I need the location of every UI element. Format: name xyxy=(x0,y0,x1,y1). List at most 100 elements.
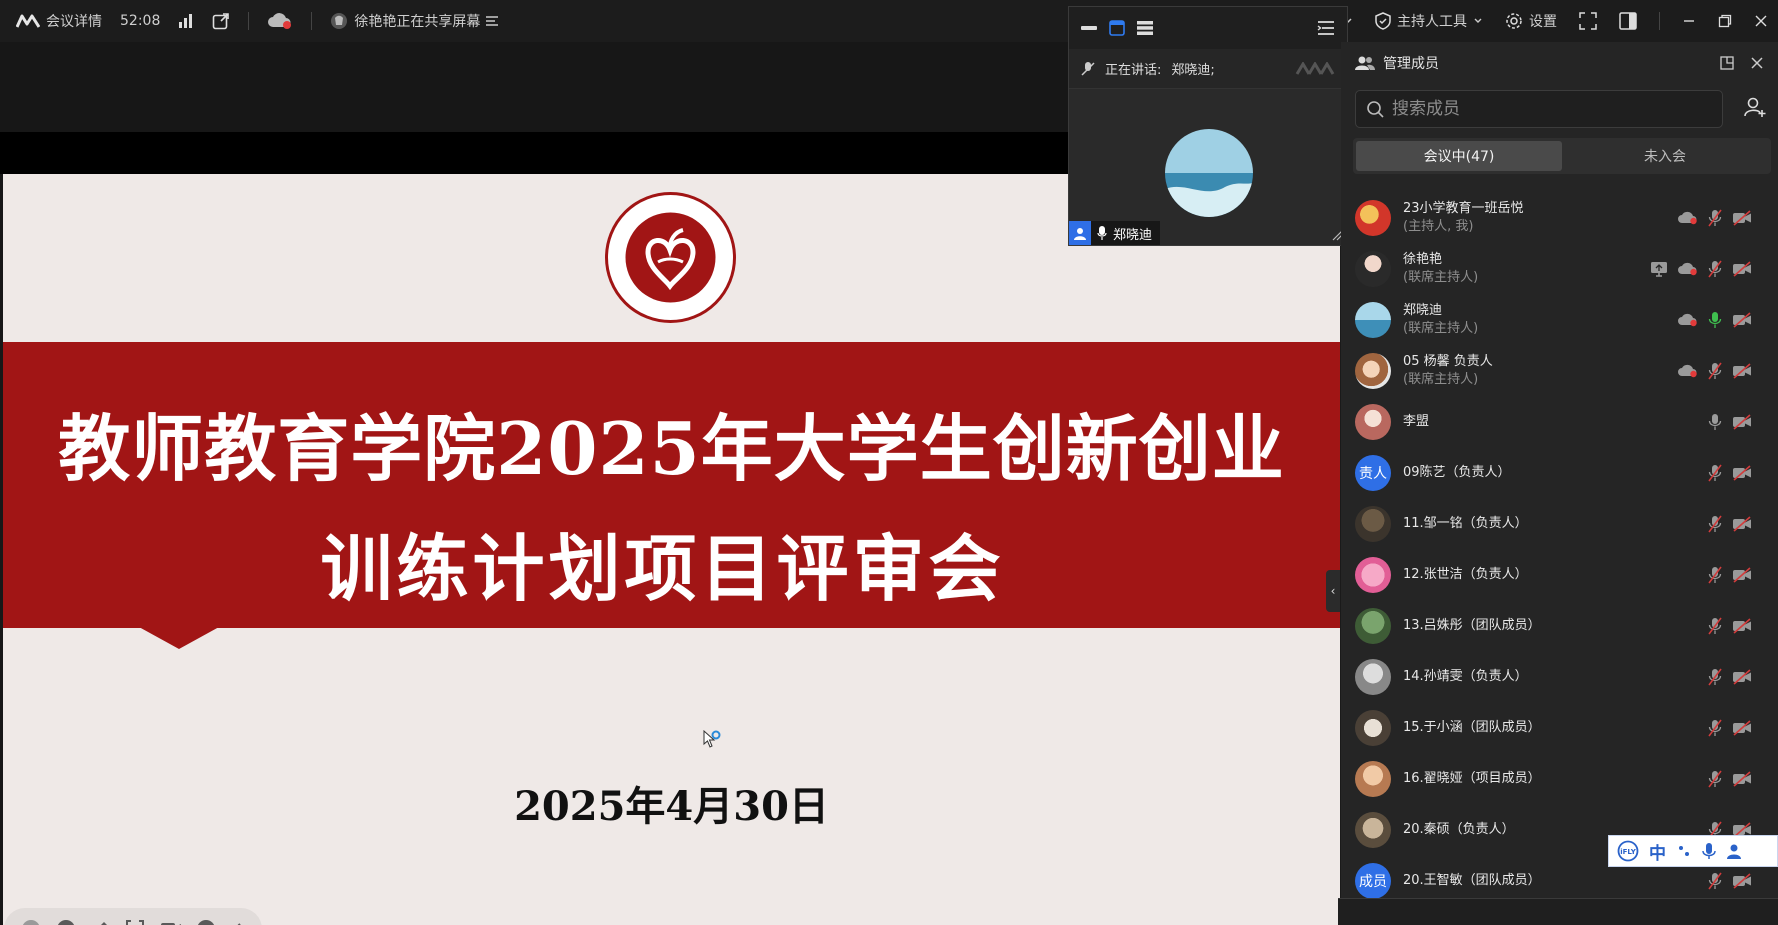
member-row[interactable]: 李盟 xyxy=(1341,396,1778,447)
play-icon[interactable] xyxy=(56,919,76,925)
meeting-timer: 52:08 xyxy=(120,13,161,29)
mic-muted-icon[interactable] xyxy=(1708,362,1722,380)
member-info: 12.张世洁（负责人） xyxy=(1403,566,1528,584)
ime-mode-toggle[interactable]: 中 xyxy=(1649,839,1666,864)
member-row[interactable]: 23小学教育一班岳悦 (主持人, 我) xyxy=(1341,192,1778,243)
member-row[interactable]: 13.吕姝彤（团队成员） xyxy=(1341,600,1778,651)
restore-icon[interactable] xyxy=(1718,14,1732,28)
add-user-icon[interactable] xyxy=(1744,96,1766,118)
member-row[interactable]: 徐艳艳 (联席主持人) xyxy=(1341,243,1778,294)
camera-off-icon[interactable] xyxy=(1732,617,1752,634)
minimize-view-icon[interactable] xyxy=(1081,24,1097,32)
member-row[interactable]: 11.邹一铭（负责人） xyxy=(1341,498,1778,549)
member-avatar xyxy=(1355,301,1391,338)
member-name: 15.于小涵（团队成员） xyxy=(1403,719,1541,735)
camera-off-icon[interactable] xyxy=(1732,362,1752,379)
camera-off-icon[interactable] xyxy=(1732,719,1752,736)
camera-off-icon[interactable] xyxy=(1732,260,1752,277)
video-camera-icon[interactable] xyxy=(160,920,182,925)
sharing-indicator[interactable]: 徐艳艳正在共享屏幕 xyxy=(330,0,499,42)
minimize-icon[interactable] xyxy=(1682,14,1696,28)
camera-off-icon[interactable] xyxy=(1732,872,1752,889)
ifly-logo-icon[interactable]: iFLY xyxy=(1617,840,1639,862)
member-info: 13.吕姝彤（团队成员） xyxy=(1403,617,1541,635)
mic-muted-icon[interactable] xyxy=(1708,209,1722,227)
member-avatar xyxy=(1355,505,1391,542)
host-tools-button[interactable]: 主持人工具 xyxy=(1375,0,1483,42)
mic-muted-icon[interactable] xyxy=(1708,668,1722,686)
collapse-panel-handle[interactable]: ‹ xyxy=(1326,570,1340,612)
popout-icon[interactable] xyxy=(1720,56,1734,70)
slide-title-line1: 教师教育学院2025年大学生创新创业 xyxy=(58,406,1285,491)
camera-off-icon[interactable] xyxy=(1732,566,1752,583)
tab-in-meeting[interactable]: 会议中(47) xyxy=(1356,141,1562,171)
camera-off-icon[interactable] xyxy=(1732,464,1752,481)
camera-off-icon[interactable] xyxy=(1732,770,1752,787)
share-external-icon[interactable] xyxy=(212,12,230,30)
mic-muted-icon[interactable] xyxy=(1708,566,1722,584)
signal-icon[interactable] xyxy=(178,14,194,28)
more-icon[interactable] xyxy=(196,919,216,925)
member-info: 23小学教育一班岳悦 (主持人, 我) xyxy=(1403,200,1524,236)
tab-not-joined[interactable]: 未入会 xyxy=(1562,141,1768,171)
camera-off-icon[interactable] xyxy=(1732,668,1752,685)
divider xyxy=(1659,12,1660,30)
mic-muted-icon[interactable] xyxy=(1708,617,1722,635)
mic-muted-icon[interactable] xyxy=(1708,515,1722,533)
screenshot-icon[interactable] xyxy=(125,919,145,925)
member-row[interactable]: 14.孙靖雯（负责人） xyxy=(1341,651,1778,702)
pen-annotate-icon[interactable] xyxy=(90,919,110,925)
cloud-record-icon[interactable] xyxy=(1678,211,1698,225)
mic-muted-icon[interactable] xyxy=(1708,464,1722,482)
video-tile[interactable]: 郑晓迪 xyxy=(1069,89,1347,245)
member-row[interactable]: 16.翟晓娅（项目成员） xyxy=(1341,753,1778,804)
member-name: 20.王智敏（团队成员） xyxy=(1403,872,1541,888)
cloud-record-icon[interactable] xyxy=(267,12,293,30)
mic-muted-icon[interactable] xyxy=(1708,872,1722,890)
members-icon xyxy=(1355,55,1375,71)
member-status-icons xyxy=(1708,753,1752,804)
user-account-icon[interactable] xyxy=(1726,843,1742,859)
member-row[interactable]: 郑晓迪 (联席主持人) xyxy=(1341,294,1778,345)
panel-options-icon[interactable] xyxy=(1317,20,1335,36)
search-input[interactable] xyxy=(1392,99,1692,119)
mic-icon[interactable] xyxy=(1708,413,1722,431)
member-name: 13.吕姝彤（团队成员） xyxy=(1403,617,1541,633)
search-box[interactable] xyxy=(1355,90,1723,128)
screen-share-icon[interactable] xyxy=(1650,261,1668,277)
cloud-record-icon[interactable] xyxy=(1678,313,1698,327)
member-row[interactable]: 15.于小涵（团队成员） xyxy=(1341,702,1778,753)
menu-lines-icon[interactable] xyxy=(486,16,499,26)
member-row[interactable]: 12.张世洁（负责人） xyxy=(1341,549,1778,600)
meeting-details-button[interactable]: 会议详情 xyxy=(16,0,102,42)
mic-muted-icon[interactable] xyxy=(1708,770,1722,788)
cloud-record-icon[interactable] xyxy=(1678,364,1698,378)
member-avatar: 责人 xyxy=(1355,454,1391,491)
camera-off-icon[interactable] xyxy=(1732,515,1752,532)
speaker-view-icon[interactable] xyxy=(1109,20,1125,36)
mic-icon xyxy=(1097,226,1107,240)
stop-icon[interactable] xyxy=(21,919,41,925)
close-icon[interactable] xyxy=(1754,14,1768,28)
member-row[interactable]: 05 杨馨 负责人 (联席主持人) xyxy=(1341,345,1778,396)
camera-off-icon[interactable] xyxy=(1732,413,1752,430)
layout-sidebar-icon[interactable] xyxy=(1619,12,1637,30)
mic-muted-icon xyxy=(1081,61,1095,77)
mic-active-icon[interactable] xyxy=(1708,311,1722,329)
speaker-wave-icon xyxy=(1295,61,1335,76)
punctuation-icon[interactable] xyxy=(1676,843,1692,859)
member-name: 14.孙靖雯（负责人） xyxy=(1403,668,1528,684)
cloud-record-icon[interactable] xyxy=(1678,262,1698,276)
member-row[interactable]: 责人 09陈艺（负责人） xyxy=(1341,447,1778,498)
mic-muted-icon[interactable] xyxy=(1708,719,1722,737)
mic-muted-icon[interactable] xyxy=(1708,260,1722,278)
voice-input-icon[interactable] xyxy=(1702,842,1716,860)
list-view-icon[interactable] xyxy=(1137,20,1153,36)
settings-button[interactable]: 设置 xyxy=(1505,0,1557,42)
close-icon[interactable] xyxy=(1750,56,1764,70)
sharer-avatar-icon xyxy=(330,12,348,30)
member-avatar xyxy=(1355,352,1391,389)
camera-off-icon[interactable] xyxy=(1732,209,1752,226)
fullscreen-icon[interactable] xyxy=(1579,12,1597,30)
camera-off-icon[interactable] xyxy=(1732,311,1752,328)
